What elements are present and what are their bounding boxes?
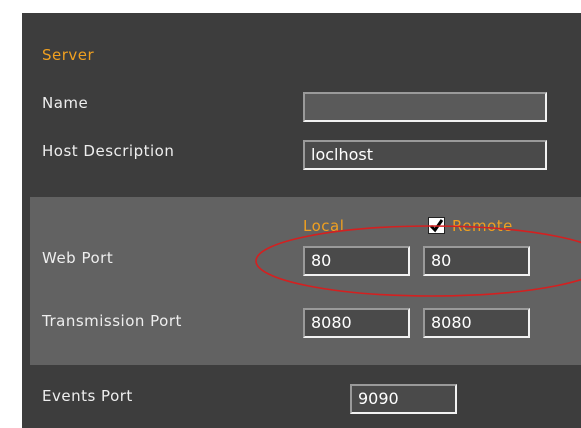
checkmark-icon bbox=[429, 219, 444, 233]
transmission-port-local-field[interactable]: 8080 bbox=[303, 308, 410, 338]
web-port-label: Web Port bbox=[42, 249, 114, 267]
remote-column-header: Remote bbox=[452, 217, 513, 235]
server-section-title: Server bbox=[42, 46, 95, 64]
web-port-remote-field[interactable]: 80 bbox=[423, 246, 530, 276]
events-port-label: Events Port bbox=[42, 387, 133, 405]
name-label: Name bbox=[42, 94, 89, 112]
events-port-field[interactable]: 9090 bbox=[350, 384, 457, 414]
transmission-port-label: Transmission Port bbox=[42, 312, 182, 330]
local-column-header: Local bbox=[303, 217, 345, 235]
name-field[interactable] bbox=[303, 92, 547, 122]
host-description-field[interactable]: loclhost bbox=[303, 140, 547, 170]
transmission-port-remote-field[interactable]: 8080 bbox=[423, 308, 530, 338]
remote-checkbox[interactable] bbox=[428, 217, 445, 234]
web-port-local-field[interactable]: 80 bbox=[303, 246, 410, 276]
host-description-label: Host Description bbox=[42, 142, 175, 160]
